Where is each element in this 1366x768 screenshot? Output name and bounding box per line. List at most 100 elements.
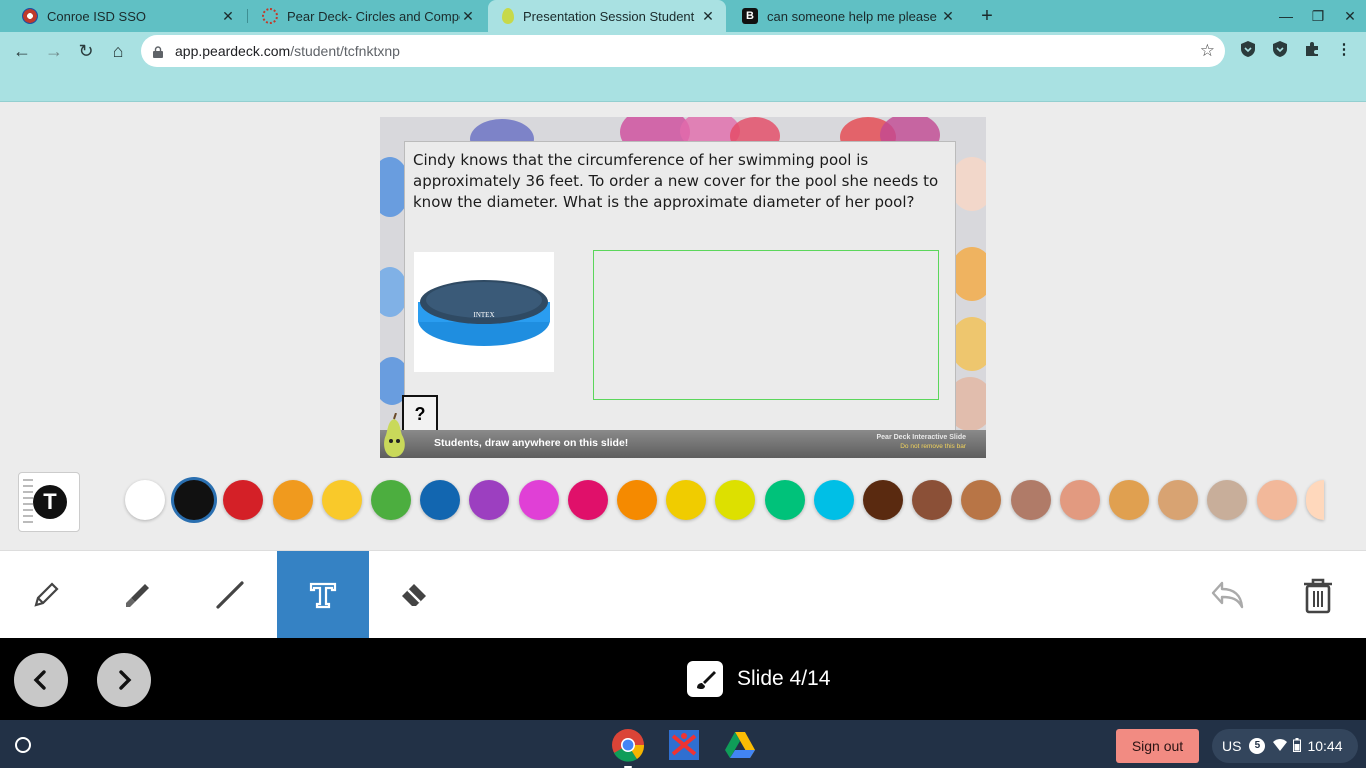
bookmark-star-icon[interactable]: ☆	[1200, 41, 1215, 61]
color-swatch[interactable]	[518, 480, 559, 520]
restore-window-icon[interactable]: ❐	[1302, 0, 1334, 32]
tab-presentation-session[interactable]: Presentation Session Student ✕	[488, 0, 726, 32]
eraser-icon	[402, 584, 426, 606]
pool-image: INTEX	[414, 252, 554, 372]
brainly-favicon-icon: B	[742, 8, 758, 24]
launcher-button[interactable]	[10, 732, 36, 758]
color-swatch[interactable]	[715, 480, 756, 520]
close-window-icon[interactable]: ✕	[1334, 0, 1366, 32]
eraser-tool-button[interactable]	[369, 551, 461, 639]
color-swatch[interactable]	[1109, 480, 1149, 520]
chrome-app-icon[interactable]	[611, 728, 645, 768]
close-tab-icon[interactable]: ✕	[220, 8, 236, 25]
shield-extension-icon[interactable]	[1237, 40, 1259, 62]
footer-brand-line: Pear Deck Interactive Slide	[876, 434, 967, 441]
undo-button[interactable]	[1208, 573, 1248, 617]
color-swatch[interactable]	[813, 480, 854, 520]
text-icon	[309, 582, 337, 609]
url-path: /student/tcfnktxnp	[290, 43, 400, 59]
slide-canvas[interactable]: Cindy knows that the circumference of he…	[380, 117, 986, 458]
tab-title: Pear Deck- Circles and Composit	[287, 8, 460, 24]
color-swatch[interactable]	[1158, 480, 1199, 520]
color-swatch[interactable]	[469, 480, 510, 520]
next-slide-button[interactable]	[97, 653, 151, 707]
color-swatch[interactable]	[1256, 480, 1297, 520]
text-mode-indicator[interactable]: T	[18, 472, 80, 532]
text-tool-badge-icon: T	[33, 485, 67, 519]
trash-icon	[1304, 578, 1332, 614]
undo-icon	[1211, 581, 1244, 609]
reload-icon[interactable]: ↻	[74, 39, 98, 63]
shield-extension-2-icon[interactable]	[1269, 40, 1291, 62]
notification-count-badge: 5	[1249, 738, 1266, 754]
tab-strip: Conroe ISD SSO ✕ Pear Deck- Circles and …	[0, 0, 1366, 32]
color-swatch[interactable]	[961, 480, 1002, 520]
color-swatch[interactable]	[666, 480, 707, 520]
previous-slide-button[interactable]	[14, 653, 68, 707]
text-tool-button[interactable]	[277, 551, 369, 639]
pencil-tool-button[interactable]	[0, 551, 92, 639]
stickman-app-icon[interactable]	[667, 728, 701, 762]
slide-navigation-bar: Slide 4/14	[0, 638, 1366, 720]
sign-out-button[interactable]: Sign out	[1116, 729, 1199, 763]
clear-button[interactable]	[1298, 573, 1338, 617]
tab-title: Presentation Session Student	[523, 8, 695, 24]
close-tab-icon[interactable]: ✕	[700, 8, 716, 25]
pool-brand: INTEX	[474, 311, 495, 319]
drag-handle-icon[interactable]	[23, 479, 33, 525]
browser-toolbar: ← → ↻ ⌂ app.peardeck.com/student/tcfnktx…	[0, 32, 1366, 70]
color-swatch[interactable]	[863, 480, 903, 520]
battery-icon	[1293, 737, 1302, 755]
color-swatch[interactable]	[125, 480, 165, 520]
color-swatch[interactable]	[764, 480, 805, 520]
google-drive-icon[interactable]	[723, 728, 757, 762]
color-swatch[interactable]	[223, 480, 264, 520]
tab-brainly[interactable]: B can someone help me please - Br ✕	[728, 0, 966, 32]
color-swatch[interactable]	[272, 480, 313, 520]
drawing-slide-icon	[687, 661, 723, 697]
pencil-icon	[34, 582, 59, 607]
color-swatch[interactable]	[1207, 480, 1248, 520]
color-swatch[interactable]	[1059, 480, 1100, 520]
footer-instruction: Students, draw anywhere on this slide!	[434, 437, 629, 449]
input-method-label: US	[1222, 738, 1242, 754]
minimize-window-icon[interactable]: —	[1270, 0, 1302, 32]
close-tab-icon[interactable]: ✕	[460, 8, 476, 25]
color-swatch[interactable]	[567, 480, 608, 520]
close-tab-icon[interactable]: ✕	[940, 8, 956, 25]
new-tab-button[interactable]: +	[976, 4, 998, 28]
browser-menu-icon[interactable]: ⋮	[1333, 40, 1355, 62]
color-swatch[interactable]	[617, 480, 657, 520]
loading-spinner-icon	[262, 8, 278, 24]
marker-icon	[126, 584, 149, 607]
question-text: Cindy knows that the circumference of he…	[413, 151, 939, 211]
slide-footer-bar: Students, draw anywhere on this slide! P…	[380, 430, 986, 458]
status-tray[interactable]: US 5 10:44	[1212, 729, 1358, 763]
footer-warning-line: Do not remove this bar	[900, 443, 966, 450]
back-arrow-icon[interactable]: ←	[10, 39, 34, 63]
drawing-tools-bar	[0, 550, 1366, 639]
color-swatch[interactable]	[912, 480, 953, 520]
color-swatch[interactable]	[420, 480, 461, 520]
marker-tool-button[interactable]	[92, 551, 184, 639]
launcher-circle-icon	[15, 737, 31, 753]
conroe-favicon-icon	[22, 8, 38, 24]
tab-conroe-sso[interactable]: Conroe ISD SSO ✕	[8, 0, 246, 32]
color-swatch[interactable]	[1305, 480, 1324, 520]
pear-mascot-icon	[380, 412, 408, 458]
color-swatch[interactable]	[321, 480, 362, 520]
url-host: app.peardeck.com	[175, 43, 291, 59]
answer-box[interactable]	[593, 250, 939, 400]
color-swatch[interactable]	[371, 480, 411, 520]
tab-title: Conroe ISD SSO	[47, 8, 146, 24]
tab-pear-deck-circles[interactable]: Pear Deck- Circles and Composit ✕	[248, 0, 486, 32]
home-icon[interactable]: ⌂	[106, 39, 130, 63]
color-swatch[interactable]	[174, 480, 215, 520]
forward-arrow-icon[interactable]: →	[42, 39, 66, 63]
line-tool-button[interactable]	[184, 551, 276, 639]
extensions-puzzle-icon[interactable]	[1301, 40, 1323, 62]
slide-counter: Slide 4/14	[737, 667, 831, 690]
address-bar[interactable]: app.peardeck.com/student/tcfnktxnp ☆	[141, 35, 1225, 67]
color-swatch[interactable]	[1010, 480, 1051, 520]
chevron-left-icon	[33, 670, 46, 690]
